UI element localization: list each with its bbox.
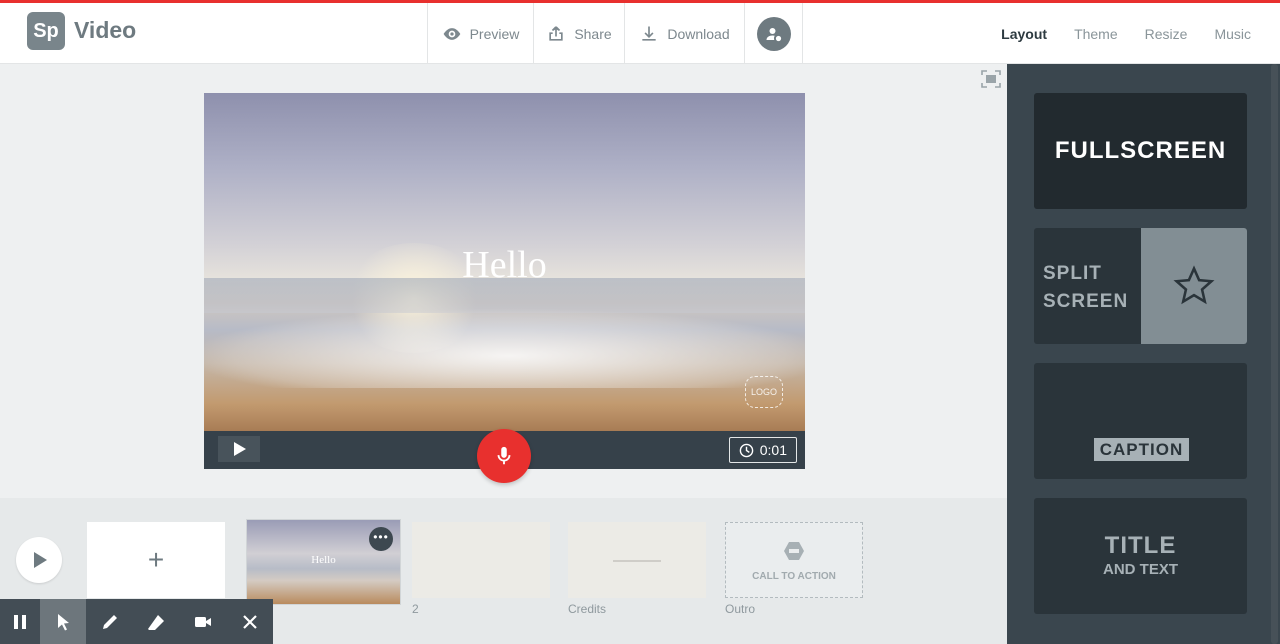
cta-label: CALL TO ACTION xyxy=(752,571,836,582)
tab-music[interactable]: Music xyxy=(1214,26,1251,42)
account-button[interactable] xyxy=(744,3,803,64)
play-icon xyxy=(234,442,246,456)
add-slide-button[interactable]: + xyxy=(87,522,225,598)
download-label: Download xyxy=(667,25,730,42)
header: Sp Video Preview Share Download Layout T… xyxy=(0,3,1280,64)
slide-title-text[interactable]: Hello xyxy=(204,243,805,287)
pause-icon xyxy=(13,614,26,629)
caption-label: CAPTION xyxy=(1094,438,1189,461)
fit-screen-icon[interactable] xyxy=(981,70,1001,88)
slide-thumbnail-1[interactable]: Hello ••• xyxy=(246,519,401,605)
layout-split-screen[interactable]: SPLIT SCREEN xyxy=(1034,228,1247,344)
star-icon xyxy=(1173,265,1215,305)
preview-button[interactable]: Preview xyxy=(427,3,533,64)
duration-badge[interactable]: 0:01 xyxy=(728,437,797,463)
play-button[interactable] xyxy=(218,436,260,462)
slide-caption-credits: Credits xyxy=(568,602,607,616)
eye-icon xyxy=(443,27,460,40)
app-name: Video xyxy=(74,17,137,43)
camera-tool-button[interactable] xyxy=(180,599,227,644)
slide-caption-2: 2 xyxy=(412,602,419,616)
eraser-icon xyxy=(148,614,165,630)
wave-foam xyxy=(204,308,805,388)
microphone-icon xyxy=(497,446,511,465)
thumbnail-text: Hello xyxy=(311,554,336,566)
badge-icon xyxy=(784,542,804,560)
pen-icon xyxy=(101,614,117,630)
tab-theme[interactable]: Theme xyxy=(1074,26,1118,42)
video-stage: Hello LOGO 0:01 xyxy=(204,93,805,483)
layout-title-and-text[interactable]: TITLE AND TEXT xyxy=(1034,498,1247,614)
pen-tool-button[interactable] xyxy=(86,599,133,644)
close-toolbar-button[interactable] xyxy=(226,599,273,644)
layout-panel: FULLSCREEN SPLIT SCREEN CAPTION TITLE AN… xyxy=(1007,64,1280,644)
slide-thumbnail-2[interactable] xyxy=(412,522,550,598)
slide-preview[interactable]: Hello LOGO xyxy=(204,93,805,431)
title-label: TITLE xyxy=(1104,532,1177,559)
play-icon xyxy=(34,552,47,568)
split-media-area xyxy=(1141,228,1247,344)
layout-caption[interactable]: CAPTION xyxy=(1034,363,1247,479)
slide-thumbnail-credits[interactable] xyxy=(568,522,706,598)
slide-thumbnail-outro[interactable]: CALL TO ACTION xyxy=(725,522,863,598)
share-button[interactable]: Share xyxy=(533,3,624,64)
play-all-button[interactable] xyxy=(16,537,62,583)
duration-text: 0:01 xyxy=(759,442,787,458)
split-line-1: SPLIT xyxy=(1043,263,1102,284)
credits-line xyxy=(613,560,661,562)
eraser-tool-button[interactable] xyxy=(133,599,180,644)
annotation-toolbar xyxy=(0,599,273,644)
clock-icon xyxy=(739,443,754,457)
share-icon xyxy=(549,26,563,41)
download-button[interactable]: Download xyxy=(624,3,744,64)
split-screen-label: SPLIT SCREEN xyxy=(1043,260,1128,316)
preview-label: Preview xyxy=(469,25,520,42)
scrollbar[interactable] xyxy=(1271,64,1278,644)
split-line-2: SCREEN xyxy=(1043,291,1129,312)
close-icon xyxy=(242,614,257,629)
pause-button[interactable] xyxy=(0,599,40,644)
download-icon xyxy=(642,26,657,41)
slide-caption-outro: Outro xyxy=(725,602,756,616)
and-text-label: AND TEXT xyxy=(1103,561,1178,578)
logo-placeholder[interactable]: LOGO xyxy=(745,376,783,408)
avatar xyxy=(756,16,791,51)
select-tool-button[interactable] xyxy=(39,599,87,644)
share-label: Share xyxy=(574,25,612,42)
cursor-icon xyxy=(58,613,70,630)
tab-layout[interactable]: Layout xyxy=(1001,26,1047,42)
video-camera-icon xyxy=(195,616,211,627)
layout-fullscreen[interactable]: FULLSCREEN xyxy=(1034,93,1247,209)
record-voice-button[interactable] xyxy=(477,429,531,483)
user-icon xyxy=(766,27,781,41)
slide-options-button[interactable]: ••• xyxy=(369,527,393,551)
tab-resize[interactable]: Resize xyxy=(1145,26,1188,42)
tab-bar: Layout Theme Resize Music xyxy=(1001,3,1251,64)
app-logo[interactable]: Sp xyxy=(27,12,65,50)
